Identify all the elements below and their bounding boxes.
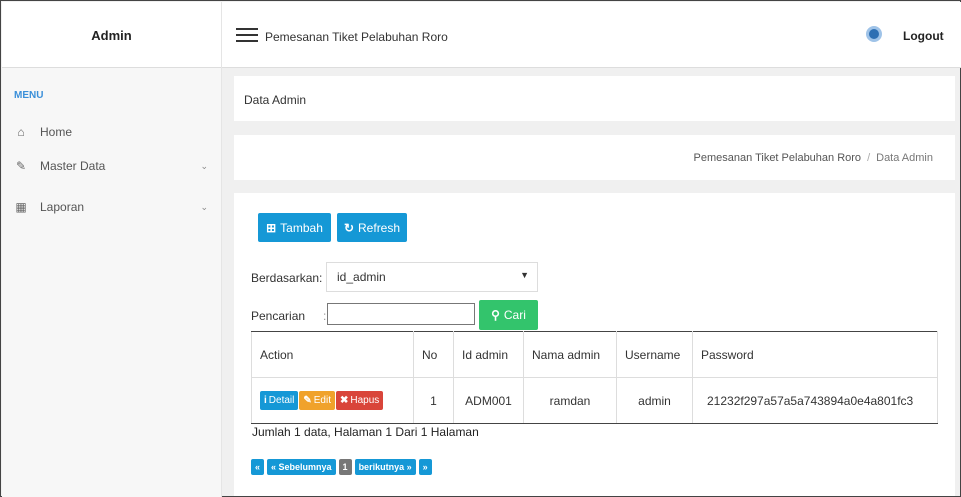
edit-button-label: Edit [313,395,331,406]
edit-button[interactable]: ✎ Edit [299,391,335,410]
chevron-down-icon: ⌄ [200,160,208,171]
cell-username: admin [616,377,693,424]
edit-icon: ✎ [15,159,27,173]
breadcrumb: Pemesanan Tiket Pelabuhan Roro / Data Admi… [694,152,934,164]
filter-by-label: Berdasarkan: [251,271,323,285]
pagination-next[interactable]: berikutnya » [354,459,416,475]
info-icon: i [264,395,267,406]
refresh-button-label: Refresh [358,220,401,235]
pagination: « « Sebelumnya 1 berikutnya » » [251,459,432,475]
table-header-row: Action No Id admin Nama admin Username P… [251,331,938,378]
pagination-last[interactable]: » [418,459,432,475]
refresh-icon: ↻ [343,220,355,235]
calendar-icon: ▦ [15,200,27,214]
app-title: Pemesanan Tiket Pelabuhan Roro [265,30,448,44]
cell-nama-admin: ramdan [523,377,617,424]
column-header: Username [616,331,693,378]
add-button-label: Tambah [280,220,323,235]
admin-table: Action No Id admin Nama admin Username P… [251,331,938,424]
breadcrumb-item-root[interactable]: Pemesanan Tiket Pelabuhan Roro [694,152,862,164]
home-icon: ⌂ [17,125,25,139]
breadcrumb-separator: / [867,152,871,164]
action-cell: i Detail ✎ Edit ✖ Hapus [251,377,414,424]
brand-title: Admin [2,2,222,68]
filter-by-value: id_admin [337,270,386,284]
search-input[interactable] [327,303,475,325]
search-icon: ⚲ [491,308,500,322]
pagination-prev[interactable]: « Sebelumnya [267,459,336,475]
delete-button[interactable]: ✖ Hapus [335,391,384,410]
logout-link[interactable]: Logout [903,29,944,43]
pagination-current[interactable]: 1 [338,459,352,475]
sidebar-item-label: Laporan [40,200,85,214]
cell-no: 1 [413,377,454,424]
refresh-button[interactable]: ↻ Refresh [337,213,407,242]
cell-password: 21232f297a57a5a743894a0e4a801fc3 [692,377,938,424]
pagination-first[interactable]: « [251,459,265,475]
top-navbar: Admin Pemesanan Tiket Pelabuhan Roro Log… [2,2,961,68]
edit-icon: ✎ [303,395,312,406]
main-panel: ⊞ Tambah ↻ Refresh Berdasarkan: id_admin… [234,193,955,496]
column-header: Nama admin [523,331,617,378]
hamburger-menu-icon[interactable] [236,28,258,42]
sidebar-item-label: Home [40,125,73,139]
data-summary: Jumlah 1 data, Halaman 1 Dari 1 Halaman [252,425,479,439]
sidebar-item-master-data[interactable]: ✎ Master Data ⌄ [14,156,214,176]
search-separator: : [323,309,327,323]
avatar-icon [866,26,882,42]
page-title-panel: Data Admin [234,76,955,121]
chevron-down-icon: ▼ [520,270,529,280]
filter-by-select[interactable]: id_admin ▼ [326,262,538,292]
plus-square-icon: ⊞ [266,220,277,235]
sidebar-item-label: Master Data [40,159,106,173]
sidebar-item-laporan[interactable]: ▦ Laporan ⌄ [14,197,214,217]
close-icon: ✖ [339,395,349,406]
sidebar-menu-title: MENU [14,90,44,101]
page-title: Data Admin [244,93,307,107]
search-button[interactable]: ⚲ Cari [479,300,538,330]
breadcrumb-item-current: Data Admin [876,152,933,164]
table-row: i Detail ✎ Edit ✖ Hapus 1 ADM001 ramdan admin… [251,377,938,424]
add-button[interactable]: ⊞ Tambah [258,213,331,242]
detail-button[interactable]: i Detail [260,391,299,410]
search-button-label: Cari [503,308,526,322]
column-header: No [413,331,454,378]
chevron-down-icon: ⌄ [200,201,208,212]
column-header: Id admin [453,331,524,378]
delete-button-label: Hapus [350,395,380,406]
sidebar-item-home[interactable]: ⌂ Home [14,122,214,142]
column-header: Password [692,331,938,378]
sidebar: MENU ⌂ Home ✎ Master Data ⌄ ▦ Laporan ⌄ [2,68,222,497]
cell-id-admin: ADM001 [453,377,524,424]
breadcrumb-panel: Pemesanan Tiket Pelabuhan Roro / Data Admi… [234,135,955,180]
search-label: Pencarian [251,309,306,323]
column-header: Action [251,331,414,378]
app-frame: Admin Pemesanan Tiket Pelabuhan Roro Log… [0,0,961,497]
detail-button-label: Detail [268,395,295,406]
